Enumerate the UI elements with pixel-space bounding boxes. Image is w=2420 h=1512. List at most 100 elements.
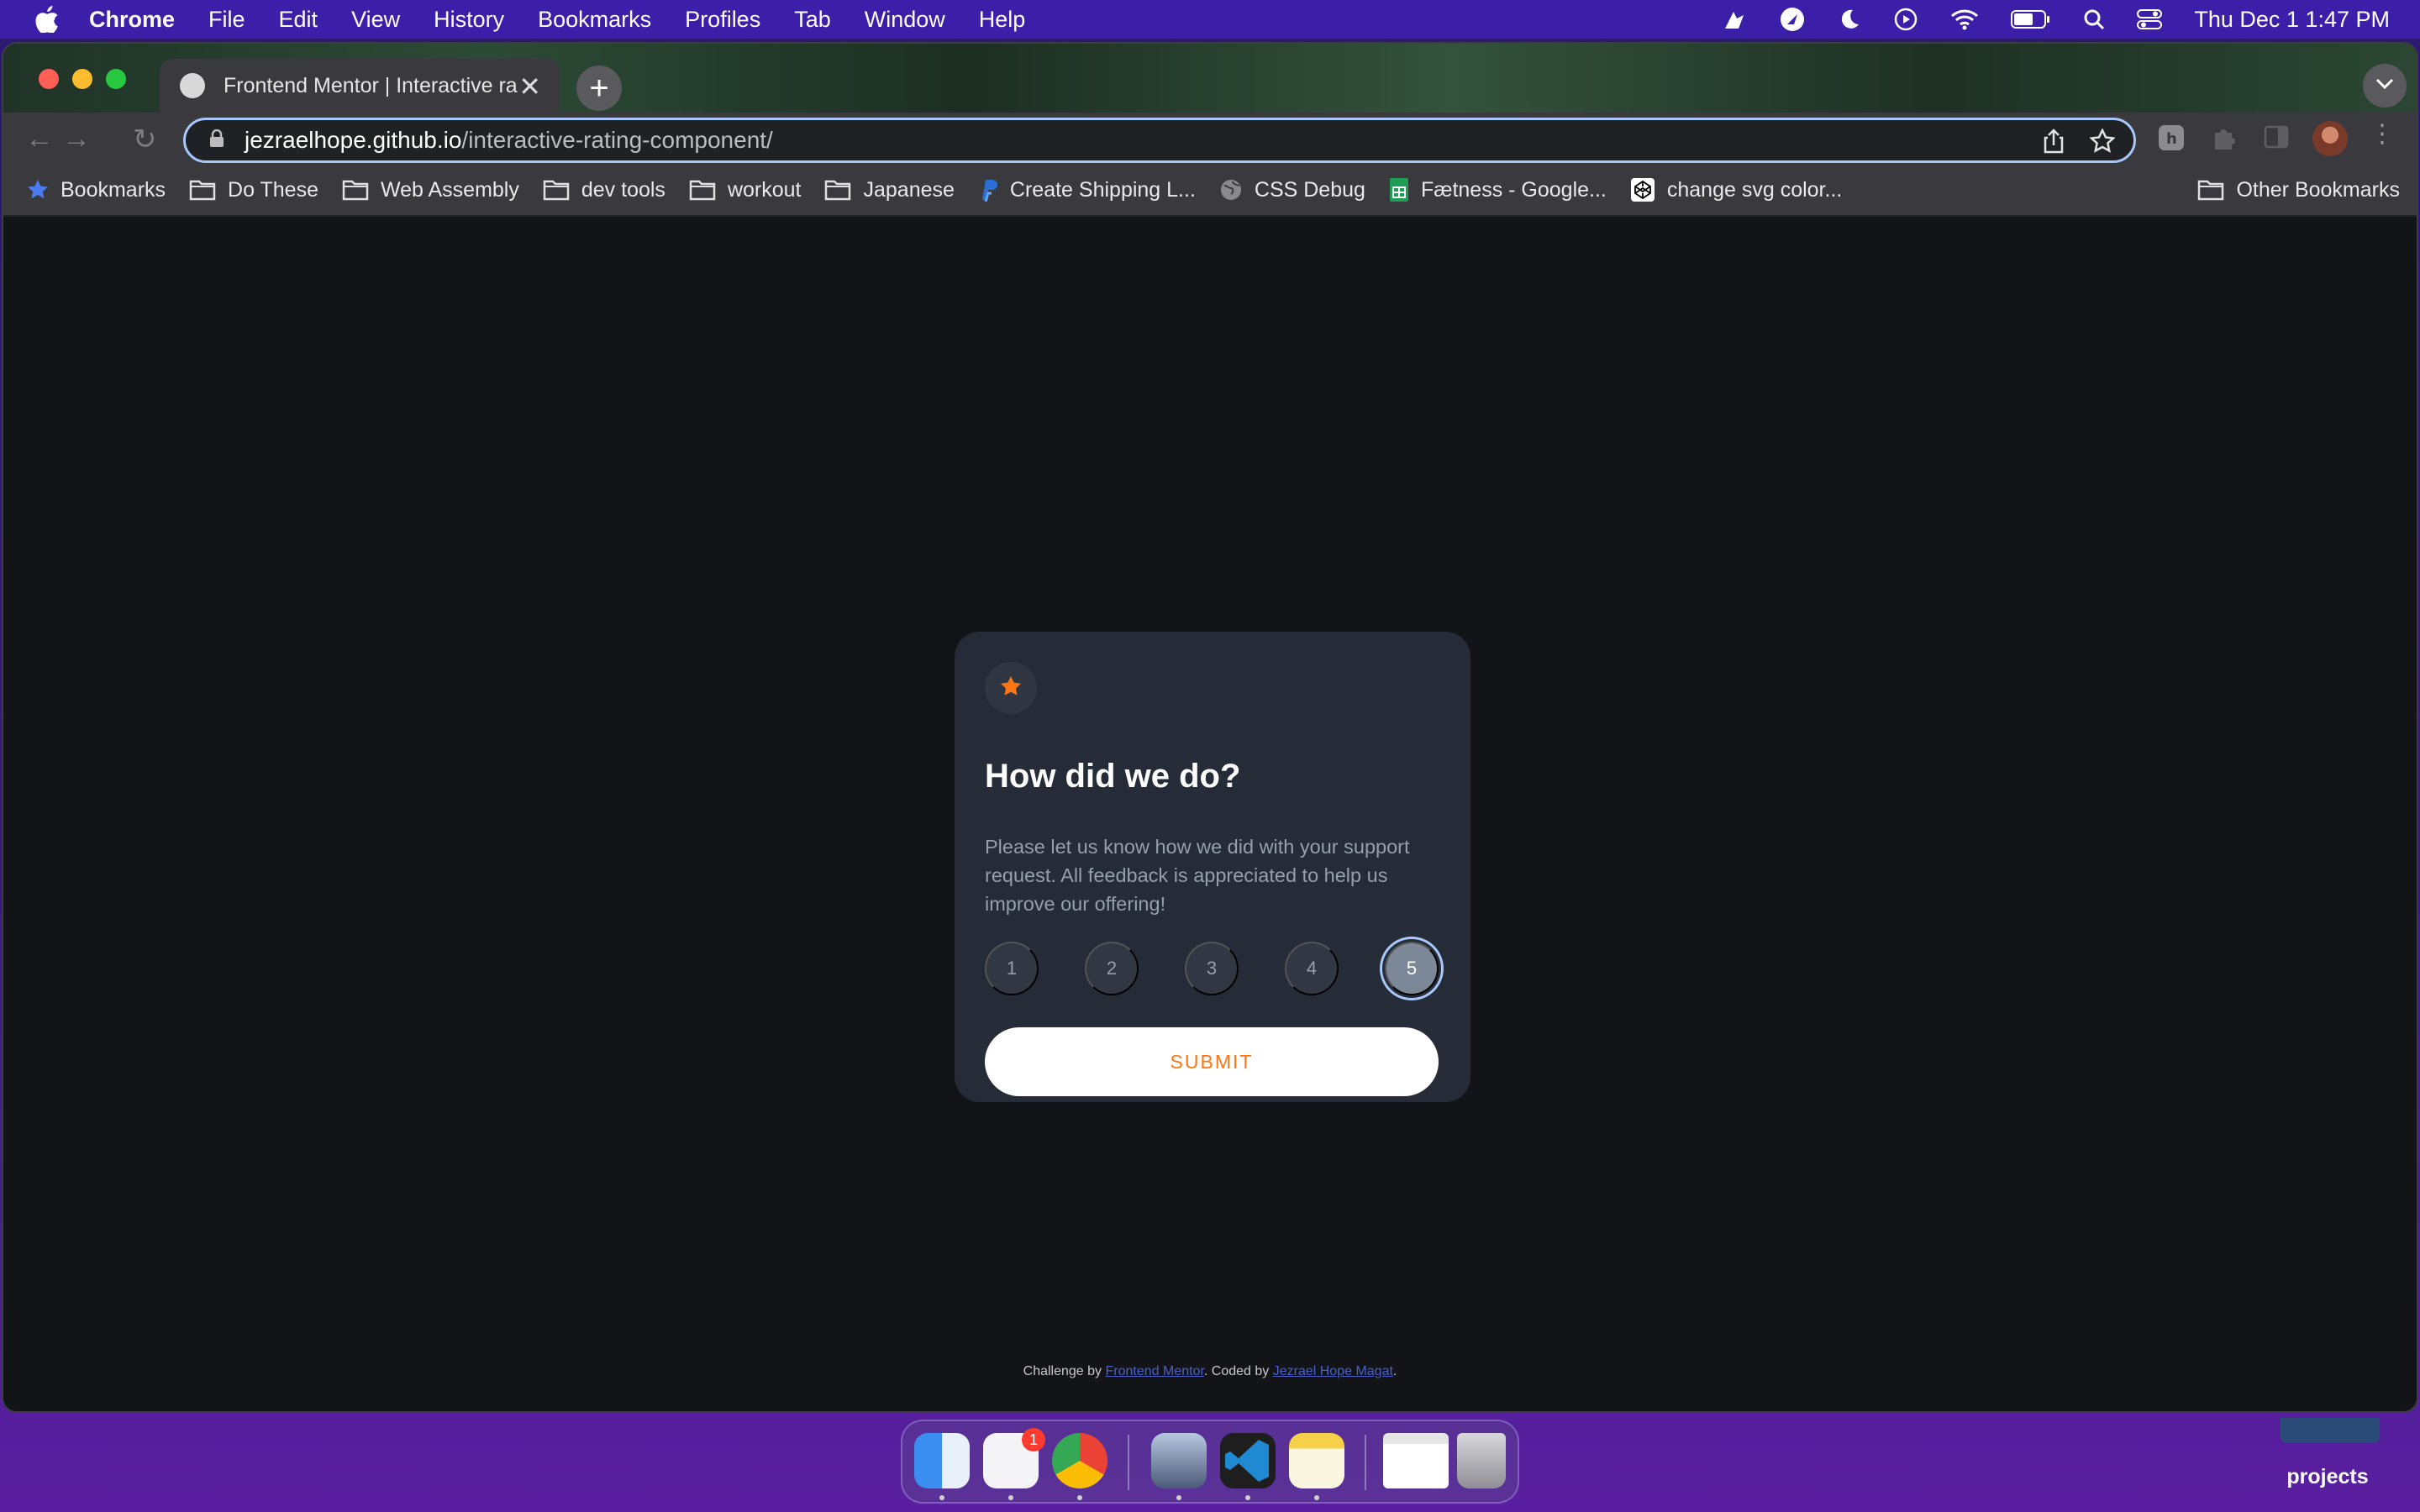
bookmark-do-these[interactable]: Do These [189, 178, 318, 202]
bookmark-japanese[interactable]: Japanese [824, 177, 955, 202]
tab-title: Frontend Mentor | Interactive ra [224, 73, 518, 97]
bookmark-label: Create Shipping L... [1009, 177, 1196, 202]
reload-icon[interactable]: ↻ [133, 123, 157, 156]
trash-icon[interactable] [1457, 1433, 1506, 1488]
apple-icon[interactable] [30, 6, 64, 33]
menu-help[interactable]: Help [979, 7, 1026, 33]
desktop-folder-label[interactable]: projects [2252, 1465, 2403, 1489]
tab-search-button[interactable] [2363, 64, 2407, 108]
bookmark-label: Fætness - Google... [1420, 177, 1607, 202]
spotlight-search-icon[interactable] [2083, 8, 2105, 30]
menubar-status-area: Thu Dec 1 1:47 PM [1722, 0, 2390, 39]
rating-button-1[interactable]: 1 [985, 942, 1039, 995]
sheets-icon [1389, 177, 1409, 202]
preview-icon[interactable] [1151, 1433, 1207, 1488]
bookmark-create-shipping[interactable]: Create Shipping L... [978, 178, 1196, 202]
notes-icon[interactable] [1289, 1433, 1344, 1488]
menu-history[interactable]: History [434, 7, 504, 33]
bookmark-other-bookmarks[interactable]: Other Bookmarks [2197, 178, 2400, 202]
dock-separator [1365, 1435, 1366, 1490]
lock-icon[interactable] [209, 127, 224, 154]
bookmark-label: Japanese [863, 177, 955, 202]
rating-button-3[interactable]: 3 [1185, 942, 1239, 995]
author-link[interactable]: Jezrael Hope Magat [1273, 1364, 1393, 1378]
battery-icon[interactable] [2011, 9, 2051, 29]
rating-button-4[interactable]: 4 [1285, 942, 1339, 995]
kite-icon[interactable] [1779, 6, 1806, 33]
rating-button-5[interactable]: 5 [1385, 942, 1439, 995]
browser-toolbar: ← → ↻ jezraelhope.github.io/interactive-… [3, 113, 2417, 165]
new-tab-button[interactable]: + [576, 66, 622, 111]
bookmark-label: CSS Debug [1254, 177, 1365, 202]
menu-bookmarks[interactable]: Bookmarks [538, 7, 651, 33]
attribution-footer: Challenge by Frontend Mentor. Coded by J… [3, 1364, 2417, 1379]
bookmark-css-debug[interactable]: CSS Debug [1219, 178, 1365, 202]
bookmark-web-assembly[interactable]: Web Assembly [342, 178, 519, 202]
folder-icon [2197, 179, 2224, 201]
running-indicator [1008, 1495, 1013, 1500]
cast-icon[interactable] [1722, 7, 1747, 32]
wifi-icon[interactable] [1950, 8, 1979, 30]
bookmark-bookmarks[interactable]: Bookmarks [27, 178, 166, 202]
reminders-icon[interactable]: 1 [983, 1428, 1045, 1488]
control-center-icon[interactable] [2137, 8, 2163, 30]
frontend-mentor-link[interactable]: Frontend Mentor [1105, 1364, 1203, 1378]
play-icon[interactable] [1893, 7, 1918, 32]
bookmark-label: Do These [228, 177, 318, 202]
menubar-clock[interactable]: Thu Dec 1 1:47 PM [2194, 7, 2390, 33]
zoom-window-button[interactable] [106, 69, 126, 89]
bookmark-label: workout [727, 177, 802, 202]
menu-tab[interactable]: Tab [794, 7, 831, 33]
extensions-puzzle-icon[interactable] [2210, 124, 2237, 155]
attribution-middle: . Coded by [1203, 1364, 1273, 1378]
chrome-icon[interactable] [1052, 1433, 1107, 1488]
menu-app-name[interactable]: Chrome [89, 7, 175, 33]
running-indicator [1077, 1495, 1082, 1500]
bookmark-change-svg-color[interactable]: change svg color... [1630, 177, 1842, 202]
vscode-icon[interactable] [1220, 1433, 1276, 1488]
attribution-prefix: Challenge by [1023, 1364, 1106, 1378]
close-tab-icon[interactable]: ✕ [518, 71, 541, 102]
bookmark-star-icon[interactable] [2089, 128, 2116, 160]
profile-avatar[interactable] [2312, 121, 2348, 156]
share-icon[interactable] [2043, 129, 2065, 160]
attribution-suffix: . [1392, 1364, 1397, 1378]
desktop-folder-icon[interactable] [2281, 1418, 2380, 1443]
globe-icon [1219, 178, 1243, 202]
svg-text:h: h [2166, 130, 2177, 148]
bookmark-faetness[interactable]: Fætness - Google... [1389, 177, 1607, 202]
tab-frontend-mentor[interactable]: Frontend Mentor | Interactive ra ✕ [160, 59, 560, 113]
address-bar[interactable]: jezraelhope.github.io/interactive-rating… [183, 118, 2136, 163]
side-panel-icon[interactable] [2264, 124, 2289, 154]
bookmark-workout[interactable]: workout [689, 177, 802, 202]
forward-arrow-icon[interactable]: → [62, 123, 91, 155]
submit-button[interactable]: SUBMIT [985, 1027, 1439, 1096]
menu-profiles[interactable]: Profiles [685, 7, 760, 33]
folder-icon [824, 179, 851, 201]
chevron-down-icon [2375, 78, 2394, 94]
finder-icon[interactable] [914, 1433, 970, 1488]
back-arrow-icon[interactable]: ← [25, 123, 54, 155]
close-window-button[interactable] [39, 69, 59, 89]
macos-dock: 1 [901, 1420, 1519, 1504]
chrome-window-icon[interactable] [1383, 1433, 1449, 1488]
extension-honey-icon[interactable]: h [2158, 124, 2185, 155]
dock-separator [1128, 1435, 1129, 1490]
menu-edit[interactable]: Edit [279, 7, 318, 33]
menu-view[interactable]: View [351, 7, 400, 33]
menu-file[interactable]: File [208, 7, 245, 33]
rating-options: 1 2 3 4 5 [985, 942, 1439, 995]
bookmark-dev-tools[interactable]: dev tools [543, 178, 666, 202]
page-viewport: How did we do? Please let us know how we… [3, 218, 2417, 1411]
menu-window[interactable]: Window [865, 7, 945, 33]
minimize-window-button[interactable] [72, 69, 92, 89]
more-menu-icon[interactable]: ⋮ [2370, 119, 2395, 149]
rating-card: How did we do? Please let us know how we… [955, 632, 1470, 1102]
folder-icon [543, 179, 570, 201]
moon-icon[interactable] [1838, 8, 1861, 31]
running-indicator [1314, 1495, 1319, 1500]
rating-button-2[interactable]: 2 [1085, 942, 1139, 995]
url-host: jezraelhope.github.io [245, 127, 462, 153]
notification-badge: 1 [1022, 1428, 1045, 1452]
tab-strip: Frontend Mentor | Interactive ra ✕ + [3, 44, 2417, 113]
